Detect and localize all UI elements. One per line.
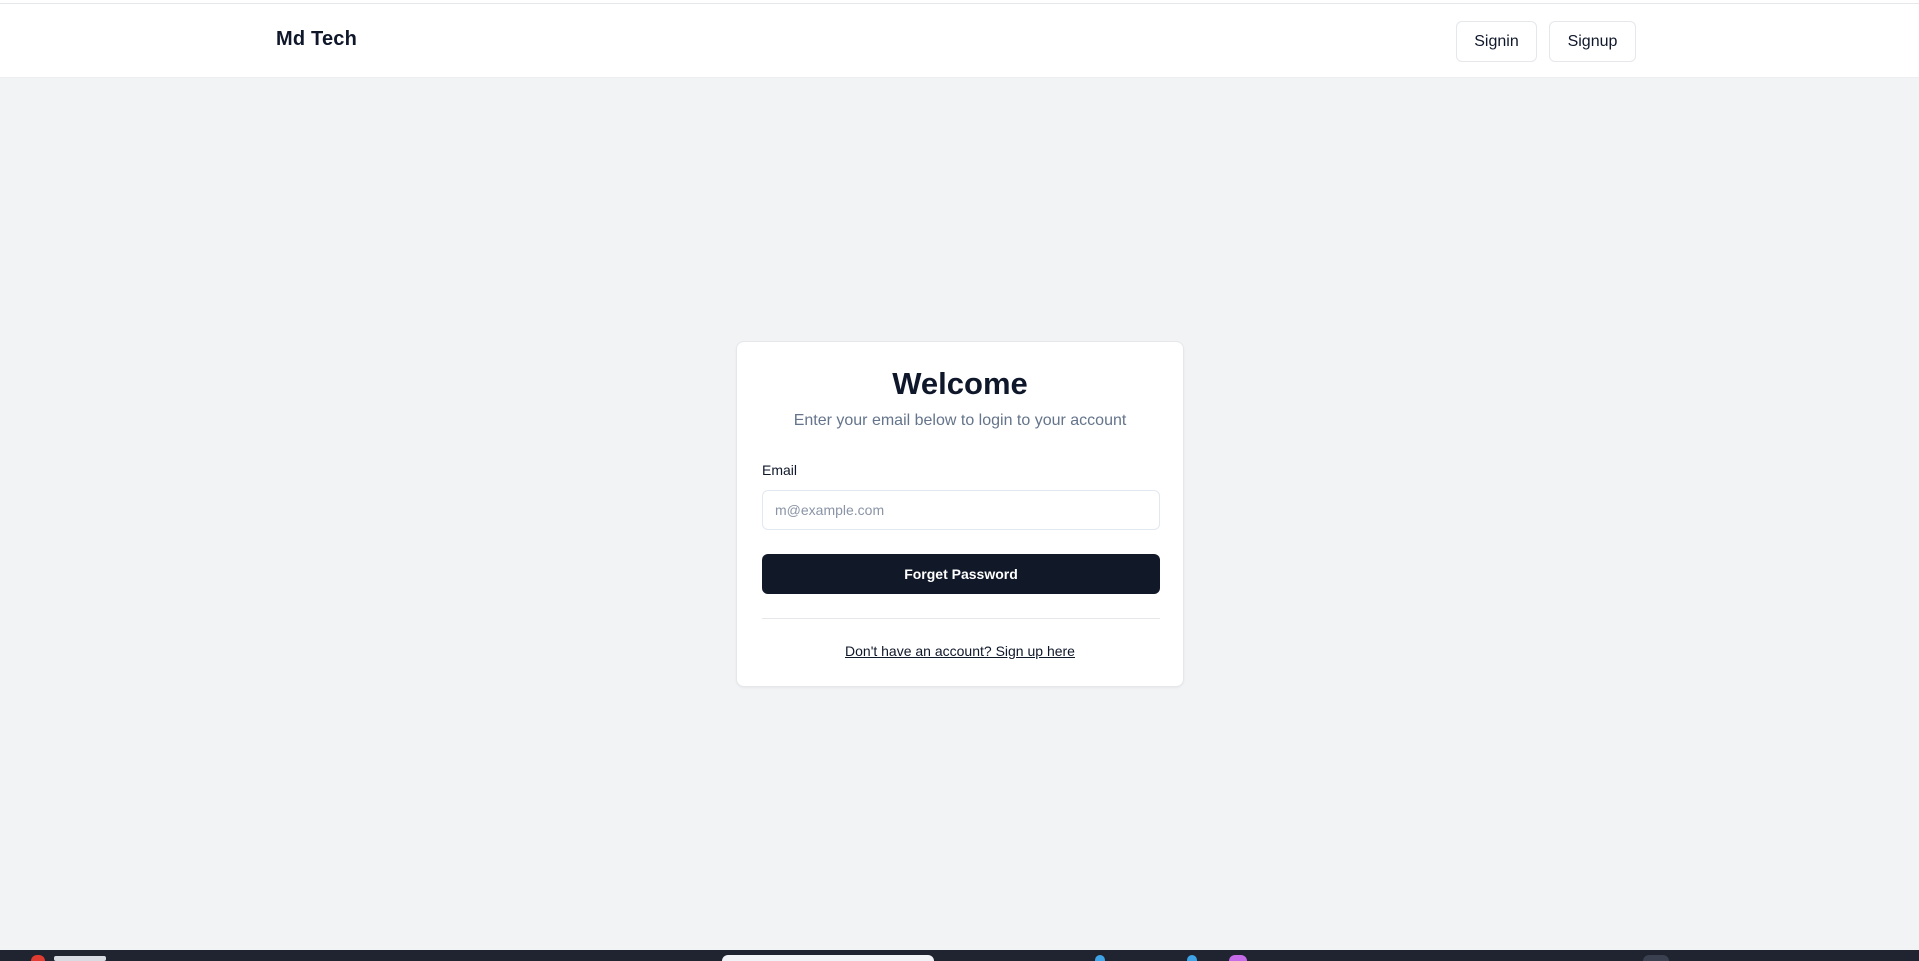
brand-logo-text[interactable]: Md Tech	[276, 28, 357, 51]
signin-button[interactable]: Signin	[1456, 21, 1537, 62]
top-navbar: Md Tech Signin Signup	[0, 4, 1919, 78]
forgot-password-card: Welcome Enter your email below to login …	[736, 341, 1184, 687]
tray-icon[interactable]	[1643, 955, 1669, 961]
forget-password-button[interactable]: Forget Password	[762, 554, 1160, 594]
app-icon[interactable]	[1229, 955, 1247, 961]
os-taskbar	[0, 950, 1919, 961]
app-icon[interactable]	[31, 955, 45, 961]
card-title: Welcome	[892, 366, 1028, 401]
edge-browser-icon[interactable]	[1187, 955, 1197, 961]
email-input[interactable]	[762, 490, 1160, 530]
email-label: Email	[762, 462, 798, 478]
taskbar-search-box[interactable]	[722, 955, 934, 961]
signup-button[interactable]: Signup	[1549, 21, 1636, 62]
card-divider	[762, 618, 1160, 619]
card-subtitle: Enter your email below to login to your …	[793, 412, 1127, 429]
edge-browser-icon[interactable]	[1095, 955, 1105, 961]
signup-link[interactable]: Don't have an account? Sign up here	[737, 643, 1183, 659]
taskbar-app-label	[54, 956, 106, 961]
